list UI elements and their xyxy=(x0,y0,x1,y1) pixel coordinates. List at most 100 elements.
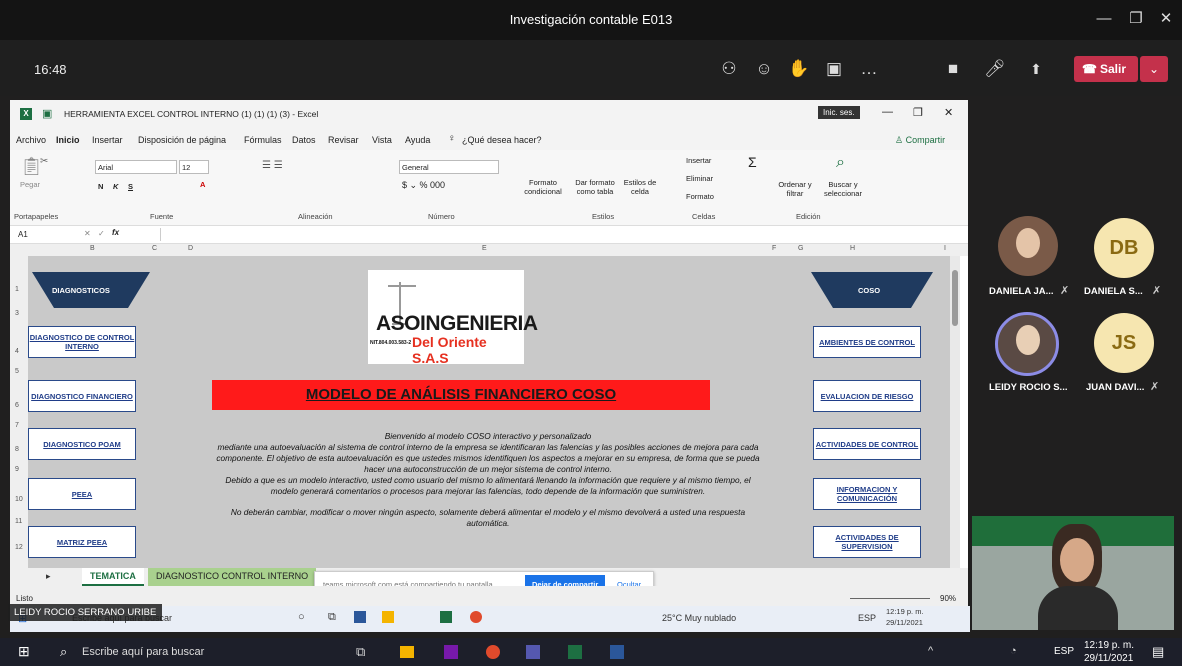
chat-icon[interactable]: ☺ xyxy=(751,58,777,80)
number-format-select[interactable]: General xyxy=(399,160,499,174)
row-header[interactable]: 11 xyxy=(15,518,22,525)
word-icon[interactable] xyxy=(610,645,624,659)
column-header[interactable]: F xyxy=(772,245,776,252)
mic-icon[interactable]: 🎤︎ xyxy=(982,58,1008,80)
cancel-icon[interactable]: ✕ xyxy=(84,229,91,238)
row-header[interactable]: 10 xyxy=(15,496,23,503)
chrome-icon[interactable] xyxy=(486,645,500,659)
tab-disposicion[interactable]: Disposición de página xyxy=(138,135,226,145)
column-header[interactable]: I xyxy=(944,245,946,252)
link-diagnostico-financiero[interactable]: DIAGNOSTICO FINANCIERO xyxy=(28,380,136,412)
language-text[interactable]: ESP xyxy=(1054,646,1074,657)
insert-cells-button[interactable]: Insertar xyxy=(686,156,711,165)
font-color-icon[interactable]: A xyxy=(200,180,205,189)
tab-revisar[interactable]: Revisar xyxy=(328,135,359,145)
sheet-tab-diagnostico[interactable]: DIAGNOSTICO CONTROL INTERNO xyxy=(148,568,317,586)
share-screen-icon[interactable]: ⬆ xyxy=(1023,58,1049,80)
maximize-icon[interactable]: ❐ xyxy=(1122,8,1150,30)
row-header[interactable]: 3 xyxy=(15,310,19,317)
tab-formulas[interactable]: Fórmulas xyxy=(244,135,282,145)
row-header[interactable]: 5 xyxy=(15,368,19,375)
enter-icon[interactable]: ✓ xyxy=(98,229,105,238)
tab-datos[interactable]: Datos xyxy=(292,135,316,145)
conditional-format-button[interactable]: Formato condicional xyxy=(520,178,566,196)
minimize-icon[interactable]: — xyxy=(1090,8,1118,30)
column-header[interactable]: H xyxy=(850,245,855,252)
file-explorer-icon[interactable] xyxy=(400,646,414,658)
delete-cells-button[interactable]: Eliminar xyxy=(686,174,713,183)
find-select-button[interactable]: Buscar y seleccionar xyxy=(818,180,868,198)
link-matriz-peea[interactable]: MATRIZ PEEA xyxy=(28,526,136,558)
row-header[interactable]: 6 xyxy=(15,402,19,409)
font-name-select[interactable]: Arial xyxy=(95,160,177,174)
link-peea[interactable]: PEEA xyxy=(28,478,136,510)
rooms-icon[interactable]: ▣ xyxy=(821,58,847,80)
leave-button[interactable]: ☎ Salir xyxy=(1074,56,1138,82)
onenote-icon[interactable] xyxy=(444,645,458,659)
name-box[interactable]: A1 xyxy=(18,230,28,239)
wifi-icon[interactable]: ◔ xyxy=(1010,645,1017,657)
cell-styles-button[interactable]: Estilos de celda xyxy=(620,178,660,196)
row-header[interactable]: 9 xyxy=(15,466,19,473)
more-icon[interactable]: … xyxy=(856,58,882,80)
function-icon[interactable]: fx xyxy=(112,228,119,237)
taskbar-time[interactable]: 12:19 p. m. xyxy=(1084,640,1134,651)
row-header[interactable]: 1 xyxy=(15,286,19,293)
autosum-icon[interactable]: Σ xyxy=(748,154,757,170)
tab-vista[interactable]: Vista xyxy=(372,135,392,145)
format-table-button[interactable]: Dar formato como tabla xyxy=(570,178,620,196)
reactions-icon[interactable]: ✋ xyxy=(786,58,812,80)
leave-options-chevron-icon[interactable]: ⌄ xyxy=(1140,56,1168,82)
row-header[interactable]: 12 xyxy=(15,544,23,551)
link-diagnostico-poam[interactable]: DIAGNOSTICO POAM xyxy=(28,428,136,460)
notifications-icon[interactable]: ▤ xyxy=(1152,644,1164,660)
row-header[interactable]: 4 xyxy=(15,348,19,355)
align-icon[interactable]: ☰ ☰ xyxy=(262,160,283,171)
tab-insertar[interactable]: Insertar xyxy=(92,135,123,145)
column-header[interactable]: E xyxy=(482,245,487,252)
worksheet[interactable]: DIAGNOSTICOS COSO DIAGNOSTICO DE CONTROL… xyxy=(28,256,960,568)
task-view-icon[interactable]: ⧉ xyxy=(356,644,365,660)
scrollbar-thumb[interactable] xyxy=(952,270,958,326)
sort-filter-button[interactable]: Ordenar y filtrar xyxy=(775,180,815,198)
tell-me-input[interactable]: ¿Qué desea hacer? xyxy=(462,135,542,145)
tab-ayuda[interactable]: Ayuda xyxy=(405,135,430,145)
tray-chevron-icon[interactable]: ^ xyxy=(928,645,933,657)
row-header[interactable]: 7 xyxy=(15,422,19,429)
signin-button[interactable]: Inic. ses. xyxy=(818,106,860,119)
tab-inicio[interactable]: Inicio xyxy=(56,135,80,145)
save-icon[interactable]: ▣ xyxy=(42,107,52,120)
minimize-icon[interactable]: — xyxy=(882,106,893,118)
taskbar-search[interactable]: Escribe aquí para buscar xyxy=(82,646,204,658)
sheet-tab-tematica[interactable]: TEMATICA xyxy=(82,568,144,586)
column-header[interactable]: B xyxy=(90,245,95,252)
tab-scroll-icon[interactable]: ▸ xyxy=(46,571,51,582)
font-size-select[interactable]: 12 xyxy=(179,160,209,174)
column-header[interactable]: C xyxy=(152,245,157,252)
tab-archivo[interactable]: Archivo xyxy=(16,135,46,145)
vertical-scrollbar[interactable] xyxy=(950,256,960,568)
currency-icon[interactable]: $ ⌄ % 000 xyxy=(402,180,445,191)
link-actividades-control[interactable]: ACTIVIDADES DE CONTROL xyxy=(813,428,921,460)
link-evaluacion-riesgo[interactable]: EVALUACION DE RIESGO xyxy=(813,380,921,412)
bold-button[interactable]: N xyxy=(98,182,103,191)
italic-button[interactable]: K xyxy=(113,182,118,191)
row-header[interactable]: 8 xyxy=(15,446,19,453)
taskbar-date[interactable]: 29/11/2021 xyxy=(1084,653,1133,664)
formula-input[interactable] xyxy=(160,228,950,241)
link-ambientes-control[interactable]: AMBIENTES DE CONTROL xyxy=(813,326,921,358)
link-informacion-comunicacion[interactable]: INFORMACION Y COMUNICACIÓN xyxy=(813,478,921,510)
share-button[interactable]: ♙ Compartir xyxy=(895,135,945,146)
teams-icon[interactable] xyxy=(526,645,540,659)
camera-icon[interactable]: ■ xyxy=(940,58,966,80)
column-header[interactable]: D xyxy=(188,245,193,252)
underline-button[interactable]: S xyxy=(128,182,133,191)
link-diagnostico-control-interno[interactable]: DIAGNOSTICO DE CONTROL INTERNO xyxy=(28,326,136,358)
column-header[interactable]: G xyxy=(798,245,803,252)
close-icon[interactable]: ✕ xyxy=(1152,8,1180,30)
close-icon[interactable]: ✕ xyxy=(944,106,953,119)
format-cells-button[interactable]: Formato xyxy=(686,192,714,201)
excel-icon[interactable] xyxy=(568,645,582,659)
restore-icon[interactable]: ❐ xyxy=(913,106,923,119)
link-actividades-supervision[interactable]: ACTIVIDADES DE SUPERVISION xyxy=(813,526,921,558)
